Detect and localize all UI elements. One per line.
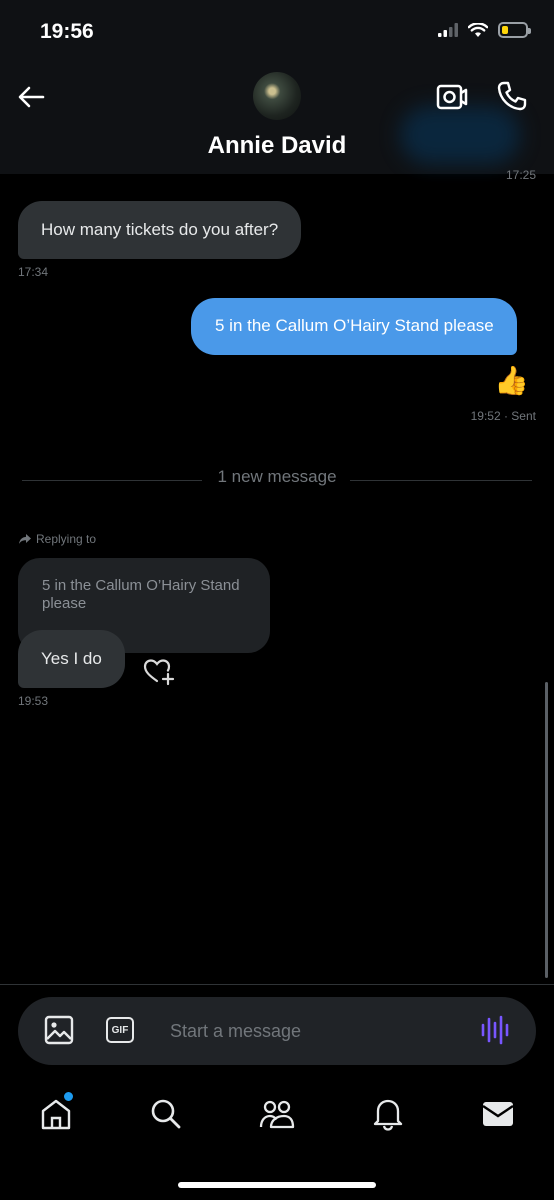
reply-arrow-icon [19,534,31,544]
image-icon [44,1015,74,1045]
nav-search[interactable] [146,1094,186,1134]
mail-icon [482,1102,514,1126]
message-timestamp: 17:25 [505,168,536,182]
cellular-signal-icon [438,23,458,37]
back-button[interactable] [14,80,48,114]
outgoing-message-bubble[interactable]: 5 in the Callum O’Hairy Stand please [191,298,517,355]
voice-message-button[interactable] [480,1014,510,1051]
message-timestamp: 19:52 · Sent [470,409,536,423]
incoming-message-bubble[interactable]: How many tickets do you after? [18,201,302,259]
replying-to-text: Replying to [36,532,97,546]
message-input[interactable] [168,1010,462,1052]
new-message-divider: 1 new message [217,467,337,486]
bell-icon [373,1099,403,1131]
add-reaction-button[interactable] [142,656,176,691]
video-camera-icon [436,84,468,110]
add-photo-button[interactable] [44,1015,74,1050]
nav-messages[interactable] [478,1094,518,1134]
nav-notifications[interactable] [368,1094,408,1134]
voice-call-button[interactable] [496,80,528,117]
replying-to-label: Replying to [18,532,96,546]
thumbs-up-emoji-message[interactable]: 👍 [494,364,529,397]
incoming-message-bubble[interactable]: Yes I do [18,630,125,688]
divider-line [350,480,532,481]
status-time: 19:56 [40,20,94,43]
divider-line [0,984,554,985]
search-icon [151,1099,181,1129]
message-timestamp: 17:34 [18,265,49,279]
battery-icon [498,22,531,38]
wifi-icon [468,22,488,37]
notification-dot [62,1090,75,1103]
arrow-left-icon [18,86,45,108]
communities-icon [259,1100,295,1129]
nav-communities[interactable] [257,1094,297,1134]
audio-waveform-icon [481,1015,509,1045]
heart-plus-icon [143,659,175,686]
video-call-button[interactable] [436,82,468,117]
home-indicator[interactable] [178,1182,376,1188]
status-icons [438,22,531,38]
scrollbar[interactable] [545,682,548,978]
phone-icon [497,81,527,111]
battery-level [502,26,508,34]
message-timestamp: 19:53 [18,694,49,708]
gif-button[interactable]: GIF [106,1017,134,1043]
avatar[interactable] [253,72,301,120]
